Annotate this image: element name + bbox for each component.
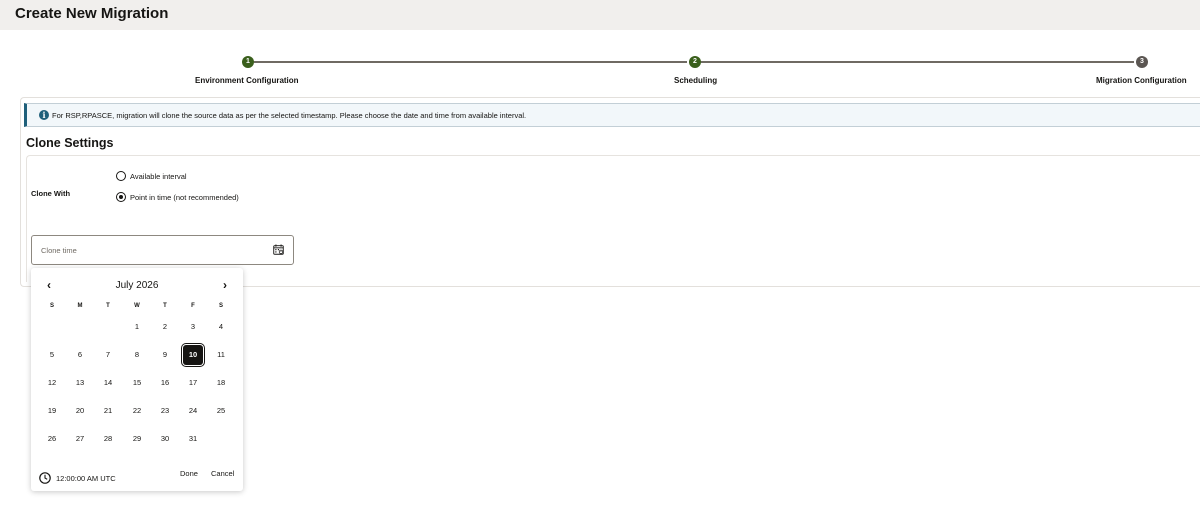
next-month-button[interactable]: ›	[218, 278, 232, 292]
calendar-day[interactable]: 11	[211, 345, 231, 365]
train-step-1-label[interactable]: Environment Configuration	[195, 76, 299, 85]
calendar-day[interactable]: 29	[127, 429, 147, 449]
page-title: Create New Migration	[15, 5, 169, 22]
clone-with-label: Clone With	[31, 189, 71, 198]
calendar-day[interactable]: 2	[155, 317, 175, 337]
time-value[interactable]: 12:00:00 AM UTC	[56, 474, 116, 483]
day-of-week-header: W	[134, 303, 140, 309]
train-step-2-dot[interactable]: 2	[689, 56, 701, 68]
day-of-week-header: F	[191, 303, 195, 309]
day-of-week-header: T	[163, 303, 167, 309]
calendar-day[interactable]: 16	[155, 373, 175, 393]
clone-time-input[interactable]: Clone time	[31, 235, 294, 265]
calendar-day[interactable]: 18	[211, 373, 231, 393]
info-icon: i	[39, 110, 49, 120]
calendar-day[interactable]: 22	[127, 401, 147, 421]
day-of-week-header: S	[218, 303, 223, 309]
train-step-3-label[interactable]: Migration Configuration	[1096, 76, 1187, 85]
calendar-day[interactable]: 5	[42, 345, 62, 365]
date-picker-popup: ‹ July 2026 › S M T W T F S 1 2 3 4 5 6 7 8 9 10 1…	[31, 268, 243, 491]
radio-point-in-time[interactable]	[116, 192, 126, 202]
calendar-day[interactable]: 30	[155, 429, 175, 449]
calendar-day[interactable]: 13	[70, 373, 90, 393]
calendar-day[interactable]: 21	[98, 401, 118, 421]
calendar-day[interactable]: 17	[183, 373, 203, 393]
train-step-3-dot[interactable]: 3	[1136, 56, 1148, 68]
radio-available-interval[interactable]	[116, 171, 126, 181]
info-banner-text: For RSP,RPASCE, migration will clone the…	[52, 111, 527, 120]
calendar-day[interactable]: 26	[42, 429, 62, 449]
calendar-day[interactable]: 12	[42, 373, 62, 393]
clock-icon	[39, 472, 51, 484]
calendar-icon[interactable]	[273, 244, 284, 255]
calendar-day-selected[interactable]: 10	[183, 345, 203, 365]
calendar-day[interactable]: 15	[127, 373, 147, 393]
train-connector	[701, 61, 1134, 63]
calendar-day[interactable]: 27	[70, 429, 90, 449]
calendar-day[interactable]: 4	[211, 317, 231, 337]
calendar-day[interactable]: 28	[98, 429, 118, 449]
day-of-week-header: S	[49, 303, 54, 309]
train-connector	[254, 61, 687, 63]
done-button[interactable]: Done	[180, 469, 198, 478]
calendar-day[interactable]: 1	[127, 317, 147, 337]
calendar-day[interactable]: 8	[127, 345, 147, 365]
clone-time-placeholder: Clone time	[41, 246, 77, 255]
calendar-day[interactable]: 31	[183, 429, 203, 449]
calendar-day[interactable]: 25	[211, 401, 231, 421]
calendar-day[interactable]: 20	[70, 401, 90, 421]
calendar-day[interactable]: 3	[183, 317, 203, 337]
day-of-week-header: T	[106, 303, 110, 309]
train-step-1-dot[interactable]: 1	[242, 56, 254, 68]
radio-point-in-time-label[interactable]: Point in time (not recommended)	[130, 193, 239, 202]
cancel-button[interactable]: Cancel	[211, 469, 234, 478]
calendar-day[interactable]: 9	[155, 345, 175, 365]
section-title-clone-settings: Clone Settings	[26, 136, 114, 150]
calendar-day[interactable]: 24	[183, 401, 203, 421]
calendar-day[interactable]: 7	[98, 345, 118, 365]
page-header: Create New Migration	[0, 0, 1200, 30]
month-year-title[interactable]: July 2026	[31, 280, 243, 291]
calendar-day[interactable]: 6	[70, 345, 90, 365]
calendar-day[interactable]: 23	[155, 401, 175, 421]
day-of-week-header: M	[77, 303, 83, 309]
info-banner: i For RSP,RPASCE, migration will clone t…	[24, 103, 1200, 127]
train-step-2-label[interactable]: Scheduling	[674, 76, 717, 85]
radio-available-interval-label[interactable]: Available interval	[130, 172, 187, 181]
calendar-day[interactable]: 19	[42, 401, 62, 421]
calendar-day[interactable]: 14	[98, 373, 118, 393]
